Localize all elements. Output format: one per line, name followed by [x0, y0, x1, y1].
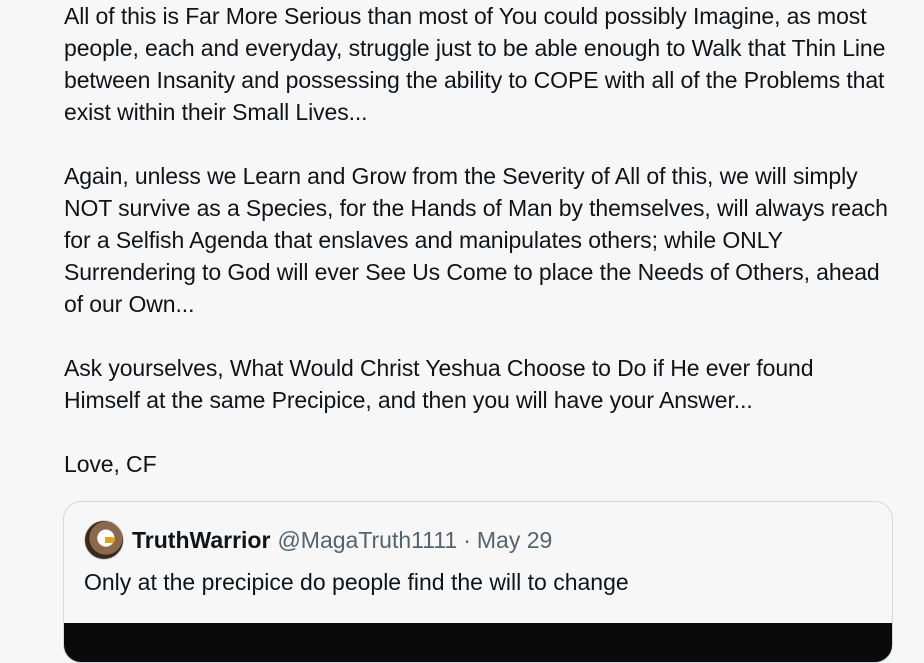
separator-dot: ·	[463, 526, 471, 553]
post-paragraph: Again, unless we Learn and Grow from the…	[64, 163, 895, 317]
quoted-post-text: Only at the precipice do people find the…	[84, 569, 629, 595]
quoted-post-header: TruthWarrior @MagaTruth1111 · May 29	[84, 520, 552, 560]
quoted-author-handle[interactable]: @MagaTruth1111	[277, 527, 457, 554]
quoted-post-media[interactable]	[64, 623, 892, 662]
quoted-author-name[interactable]: TruthWarrior	[132, 527, 270, 554]
post-body: All of this is Far More Serious than mos…	[64, 0, 894, 512]
post-signature: Love, CF	[64, 451, 157, 477]
post-paragraph: All of this is Far More Serious than mos…	[64, 3, 892, 125]
post-paragraph: Ask yourselves, What Would Christ Yeshua…	[64, 355, 820, 413]
quoted-post-card[interactable]: TruthWarrior @MagaTruth1111 · May 29 Onl…	[63, 501, 893, 663]
avatar[interactable]	[84, 520, 124, 560]
quoted-post-date[interactable]: May 29	[477, 527, 552, 554]
